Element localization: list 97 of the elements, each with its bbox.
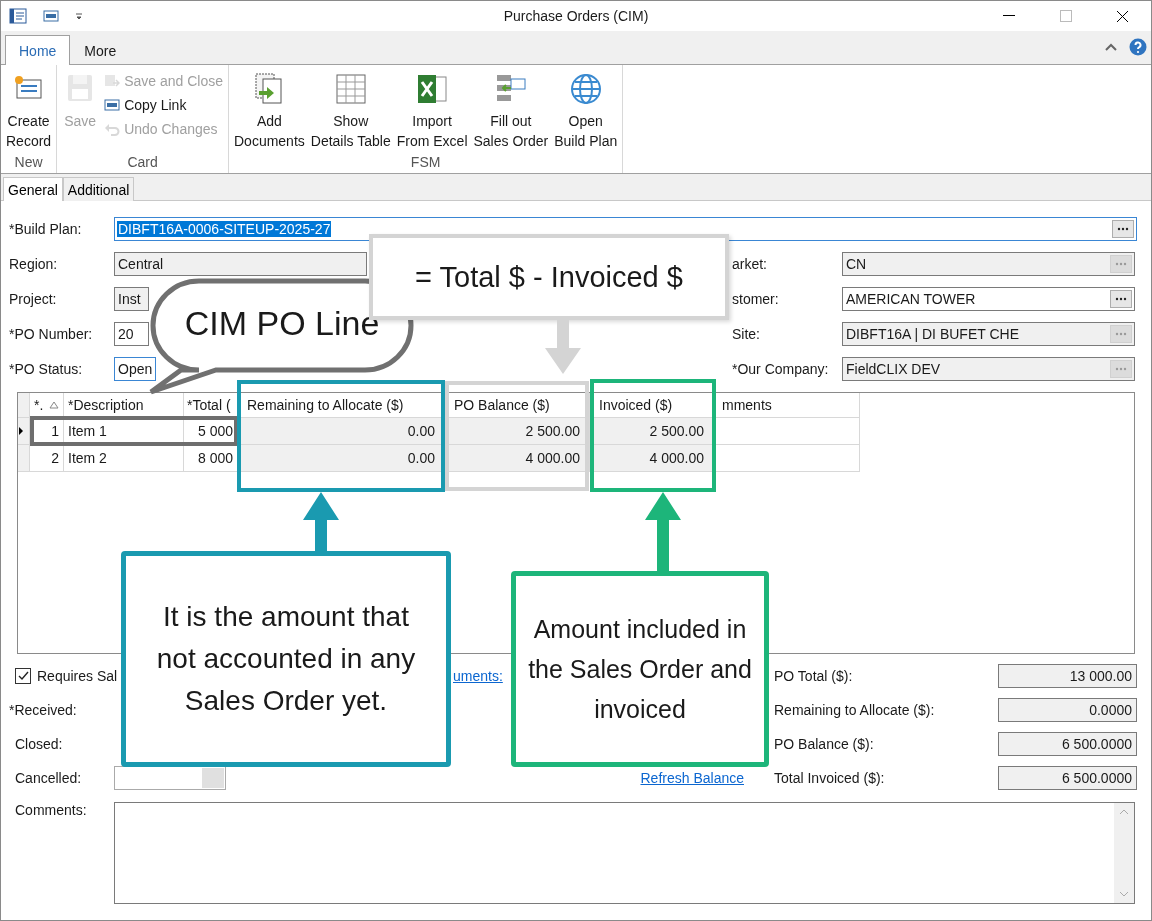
column-header[interactable]: *Description [68, 397, 144, 413]
total-field: 6 500.0000 [998, 732, 1137, 756]
document-icon[interactable] [9, 8, 27, 24]
field-label: *Received: [9, 702, 78, 718]
field-value: DIBFT16A-0006-SITEUP-2025-27 [117, 221, 332, 237]
window-title: Purchase Orders (CIM) [503, 8, 649, 24]
table-cell: Item 1 [64, 418, 184, 445]
input-field[interactable]: DIBFT16A-0006-SITEUP-2025-27 [114, 217, 1137, 241]
group-label: FSM [410, 154, 441, 172]
maximize-icon [1059, 10, 1072, 22]
input-field[interactable]: CN [842, 252, 1135, 276]
input-field[interactable]: 20 [114, 322, 149, 346]
field-label: PO Total ($): [773, 668, 854, 684]
collapse-icon[interactable] [1105, 43, 1117, 51]
ribbon-button[interactable]: Create Record [4, 65, 54, 154]
ellipsis-icon [1115, 262, 1127, 266]
checkbox-label: Requires Sal [37, 668, 118, 684]
field-value: FieldCLIX DEV [845, 361, 942, 377]
comments-field[interactable] [114, 802, 1135, 904]
total-field: 13 000.00 [998, 664, 1137, 688]
refresh-balance-link[interactable]: Refresh Balance [640, 770, 744, 786]
header-corner [18, 393, 30, 418]
close-icon [1116, 9, 1129, 23]
total-field: 6 500.0000 [998, 766, 1137, 790]
ellipsis-icon [1115, 332, 1127, 336]
field-label: Comments: [14, 802, 88, 820]
ellipsis-button[interactable] [1110, 290, 1132, 308]
ribbon-tab[interactable]: Home [5, 35, 71, 65]
field-label: Cancelled: [14, 770, 83, 786]
table-cell: 8 000 [184, 445, 238, 472]
input-field[interactable]: FieldCLIX DEV [842, 357, 1135, 381]
input-field[interactable]: Central [114, 252, 367, 276]
row-indicator[interactable] [18, 418, 30, 445]
field-label: Remaining to Allocate ($): [773, 702, 936, 718]
field-label: Site: [732, 326, 761, 342]
ellipsis-icon [1115, 367, 1127, 371]
table-cell: 5 000 [184, 418, 238, 445]
column-header[interactable]: *Total ( [187, 397, 231, 413]
field-value: AMERICAN TOWER [845, 291, 977, 307]
ribbon-button[interactable]: Add Documents [232, 65, 307, 154]
column-header[interactable]: Remaining to Allocate ($) [247, 397, 404, 413]
group-label: Card [127, 154, 158, 172]
input-field[interactable]: Inst [114, 287, 149, 311]
field-value: DIBFT16A | DI BUFET CHE [845, 326, 1020, 342]
group-label: New [14, 154, 43, 172]
down-arrow [545, 320, 581, 374]
total-field: 0.0000 [998, 698, 1137, 722]
form-tab[interactable]: Additional [62, 177, 135, 201]
documents-link[interactable]: uments: [453, 668, 503, 684]
field-label: *PO Number: [9, 326, 94, 342]
minimize-icon [1002, 15, 1015, 17]
ribbon-button[interactable]: Open Build Plan [552, 65, 620, 154]
sort-icon[interactable] [49, 401, 59, 409]
ellipsis-icon [1117, 227, 1129, 231]
note-callout: Amount included in the Sales Order and invoiced [511, 571, 769, 767]
column-header[interactable]: mments [722, 397, 772, 413]
field-value: Central [117, 256, 165, 272]
scroll-down-icon[interactable] [1119, 891, 1129, 897]
field-value: Inst [117, 291, 142, 307]
table-cell: 1 [30, 418, 64, 445]
input-field[interactable]: AMERICAN TOWER [842, 287, 1135, 311]
note-callout: It is the amount that not accounted in any Sales Order yet. [121, 551, 451, 767]
ribbon-tab[interactable]: More [70, 35, 131, 65]
field-value: CN [845, 256, 868, 272]
ribbon-button[interactable]: Fill out Sales Order [471, 65, 551, 154]
field-value: 20 [117, 326, 135, 342]
column-header[interactable]: *. [34, 397, 44, 413]
scrollbar[interactable] [1114, 803, 1134, 903]
dropdown-icon[interactable] [75, 12, 83, 20]
form-tab[interactable]: General [3, 177, 63, 201]
field-label: Region: [9, 256, 59, 272]
ellipsis-button[interactable] [1112, 220, 1134, 238]
input-field[interactable]: DIBFT16A | DI BUFET CHE [842, 322, 1135, 346]
column-header[interactable]: Invoiced ($) [599, 397, 673, 413]
ribbon-button[interactable]: Show Details Table [308, 65, 393, 154]
table-cell: Item 2 [64, 445, 184, 472]
field-label: *Build Plan: [9, 221, 83, 237]
scroll-up-icon[interactable] [1119, 809, 1129, 815]
field-label: *PO Status: [9, 361, 84, 377]
ribbon-icon [104, 97, 121, 113]
column-header[interactable]: PO Balance ($) [454, 397, 550, 413]
table-cell: 2 [30, 445, 64, 472]
field-label: stomer: [732, 291, 780, 307]
field-label: PO Balance ($): [773, 736, 875, 752]
field-label: Closed: [14, 736, 64, 752]
formula-callout: = Total $ - Invoiced $ [369, 234, 729, 320]
ellipsis-icon [1115, 297, 1127, 301]
checkbox[interactable] [15, 668, 31, 684]
help-icon[interactable] [1129, 38, 1147, 56]
up-arrow [303, 492, 339, 552]
field-label: arket: [732, 256, 768, 272]
ribbon-button[interactable]: Import From Excel [394, 65, 470, 154]
ribbon-button[interactable]: Copy Link [102, 95, 225, 115]
ribbon-icon [104, 73, 121, 89]
field-label: Total Invoiced ($): [773, 770, 886, 786]
field-label: *Our Company: [732, 361, 830, 377]
field-label: Project: [9, 291, 58, 307]
